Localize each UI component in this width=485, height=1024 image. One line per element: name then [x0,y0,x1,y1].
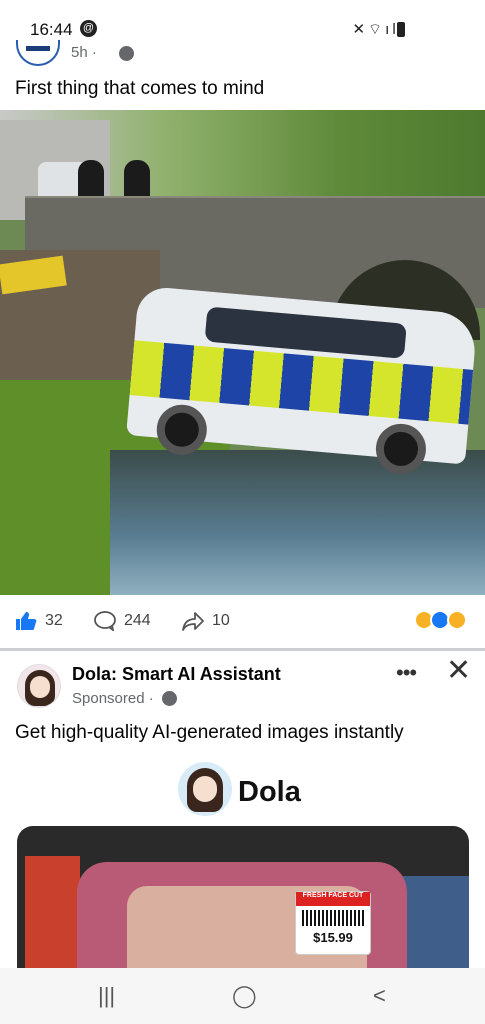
photo-police-car [126,285,478,476]
reactions-bar: 32 244 10 [0,598,485,646]
image-pasta-box [25,856,80,971]
post-time[interactable]: 5h · [71,44,97,61]
post-photo[interactable] [0,110,485,595]
feed-divider [0,648,485,651]
dnd-icon: @ [80,20,97,37]
like-button[interactable]: 32 [15,611,63,631]
sponsored-label: Sponsored · [72,690,154,707]
avatar-face [30,676,50,698]
share-count: 10 [212,612,230,630]
thumbs-up-icon [16,612,37,630]
comment-button[interactable]: 244 [94,611,151,631]
like-count: 32 [45,612,63,630]
ad-text: Get high-quality AI-generated images ins… [15,722,404,743]
back-button[interactable]: < [373,983,386,1009]
comment-count: 244 [124,612,151,630]
home-button[interactable]: ◯ [232,983,257,1009]
comment-icon [94,611,116,631]
close-ad-button[interactable]: ✕ [446,656,471,686]
post-caption: First thing that comes to mind [15,78,265,99]
status-time: 16:44 [30,20,73,39]
recents-button[interactable]: ||| [98,983,115,1009]
avatar-face [193,776,217,802]
battery-icon [397,22,405,37]
barcode [302,910,364,926]
price-amount: $15.99 [313,930,353,945]
advertiser-avatar[interactable] [17,664,61,708]
share-icon [182,612,204,631]
price-tag: FRESH FACE CUT $15.99 [295,891,371,955]
page-logo-avatar[interactable] [16,40,60,66]
image-cans [402,876,469,971]
more-options-button[interactable]: ••• [396,660,417,686]
photo-stream [110,450,485,595]
brand-avatar [178,762,232,816]
system-nav-bar: ||| ◯ < [0,968,485,1024]
brand-name: Dola [238,776,301,808]
globe-icon [119,46,134,61]
wow-reaction-icon[interactable] [447,610,467,630]
price-tag-header: FRESH FACE CUT [296,892,370,906]
share-button[interactable]: 10 [182,611,230,631]
ad-creative-image[interactable]: FRESH FACE CUT $15.99 [17,826,469,971]
advertiser-name[interactable]: Dola: Smart AI Assistant [72,664,281,685]
globe-icon [162,691,177,706]
